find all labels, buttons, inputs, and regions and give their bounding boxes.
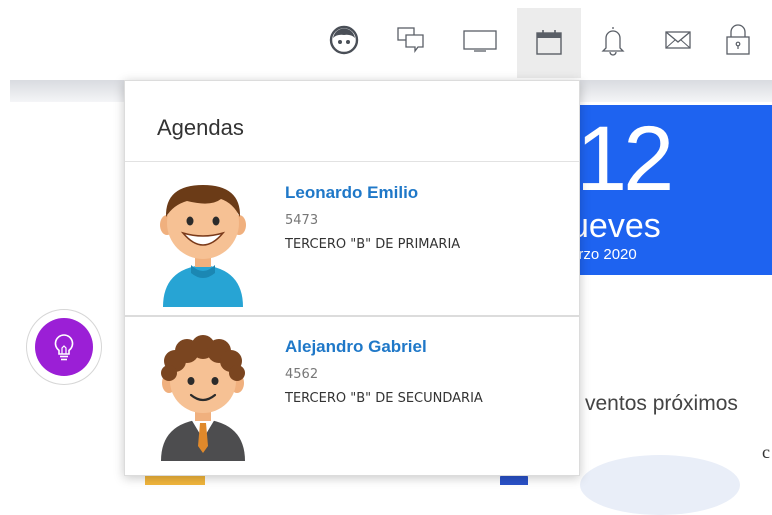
student-grade: TERCERO "B" DE PRIMARIA — [285, 237, 461, 252]
calendar-icon[interactable] — [517, 8, 581, 78]
date-weekday: ueves — [570, 207, 661, 245]
date-card: 12 ueves arzo 2020 — [560, 105, 772, 275]
events-label: ventos próximos — [585, 392, 738, 415]
agenda-item[interactable]: Alejandro Gabriel 4562 TERCERO "B" DE SE… — [125, 317, 579, 469]
top-toolbar — [0, 0, 772, 80]
dropdown-header: Agendas — [125, 81, 579, 162]
mail-icon[interactable] — [660, 18, 696, 62]
date-day: 12 — [576, 108, 674, 210]
dropdown-title: Agendas — [157, 115, 244, 140]
student-name: Alejandro Gabriel — [285, 337, 427, 356]
chat-icon[interactable] — [393, 18, 429, 62]
lock-icon[interactable] — [720, 18, 756, 62]
avatar — [153, 331, 253, 461]
avatar — [153, 177, 253, 307]
agenda-item[interactable]: Leonardo Emilio 5473 TERCERO "B" DE PRIM… — [125, 163, 579, 317]
stray-text: c — [762, 442, 770, 462]
background-shape — [580, 455, 740, 515]
tips-button[interactable] — [27, 310, 101, 384]
date-month: arzo 2020 — [570, 246, 637, 263]
student-name: Leonardo Emilio — [285, 183, 419, 202]
face-icon[interactable] — [326, 18, 362, 62]
student-grade: TERCERO "B" DE SECUNDARIA — [285, 391, 483, 406]
bell-icon[interactable] — [595, 18, 631, 62]
monitor-icon[interactable] — [462, 18, 498, 62]
student-code: 4562 — [285, 367, 319, 382]
agendas-dropdown: Agendas Leonardo Emilio 5473 TERCERO "B"… — [124, 80, 580, 476]
lightbulb-icon — [35, 318, 93, 376]
student-code: 5473 — [285, 213, 319, 228]
